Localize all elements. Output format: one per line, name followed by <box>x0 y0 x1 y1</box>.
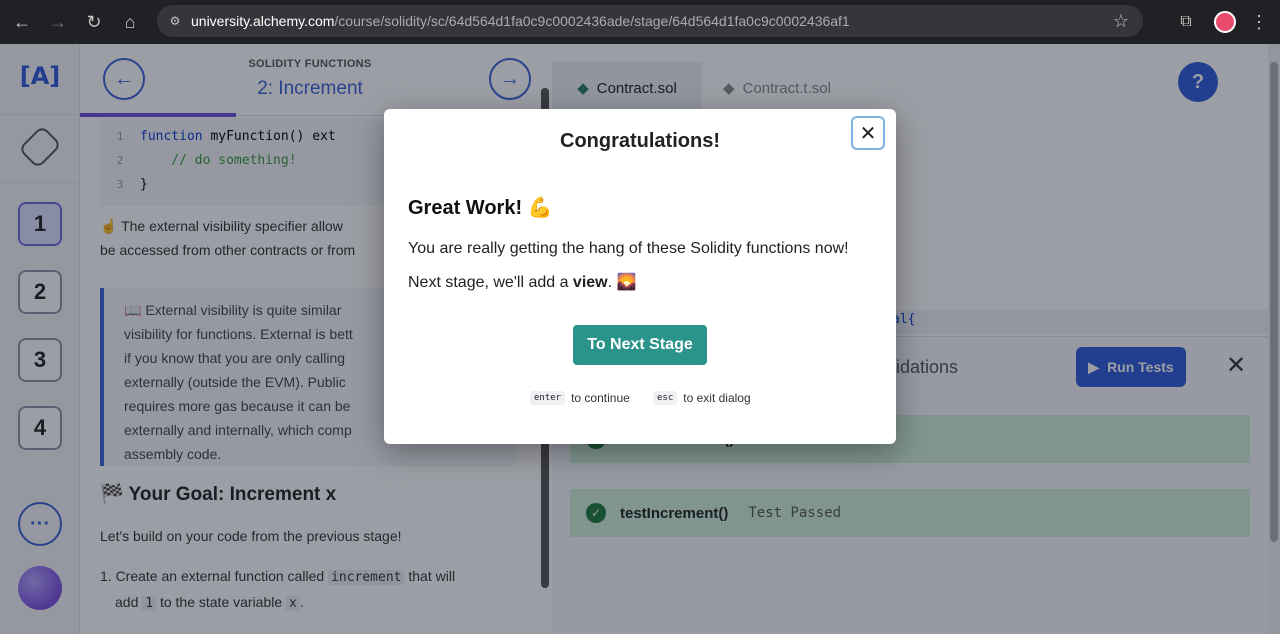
back-icon[interactable]: ← <box>8 8 36 36</box>
hint-text: . 🌄 <box>607 274 637 291</box>
hint-bold: view <box>572 274 608 291</box>
esc-key: esc <box>653 391 678 405</box>
enter-key: enter <box>530 391 566 405</box>
address-bar[interactable]: ⚙ university.alchemy.com/course/solidity… <box>157 5 1143 37</box>
dialog-next-hint: Next stage, we'll add a view. 🌄 <box>408 272 636 292</box>
dialog-message: You are really getting the hang of these… <box>408 240 849 257</box>
url-path: /course/solidity/sc/64d564d1fa0c9c000243… <box>334 13 850 29</box>
url-text: university.alchemy.com/course/solidity/s… <box>191 13 850 29</box>
browser-toolbar: ← → ↻ ⌂ ⚙ university.alchemy.com/course/… <box>0 0 1280 44</box>
reload-icon[interactable]: ↻ <box>80 8 108 36</box>
close-dialog-button[interactable]: ✕ <box>851 116 885 150</box>
esc-hint: esc to exit dialog <box>653 391 751 405</box>
forward-icon[interactable]: → <box>44 8 72 36</box>
hint-text: to exit dialog <box>683 391 751 405</box>
enter-hint: enter to continue <box>530 391 630 405</box>
site-settings-icon[interactable]: ⚙ <box>165 11 185 31</box>
congratulations-dialog: Congratulations! ✕ Great Work! 💪 You are… <box>384 109 896 444</box>
bookmark-star-icon[interactable]: ☆ <box>1113 11 1129 32</box>
url-host: university.alchemy.com <box>191 13 335 29</box>
extensions-icon[interactable]: ⧉ <box>1172 8 1200 36</box>
dialog-title: Congratulations! <box>560 130 720 152</box>
hint-text: to continue <box>571 391 630 405</box>
browser-menu-icon[interactable]: ⋮ <box>1250 12 1268 33</box>
hint-text: Next stage, we'll add a <box>408 274 573 291</box>
home-icon[interactable]: ⌂ <box>116 8 144 36</box>
profile-avatar[interactable] <box>1214 11 1236 33</box>
dialog-heading: Great Work! 💪 <box>408 197 553 219</box>
to-next-stage-button[interactable]: To Next Stage <box>573 325 707 365</box>
